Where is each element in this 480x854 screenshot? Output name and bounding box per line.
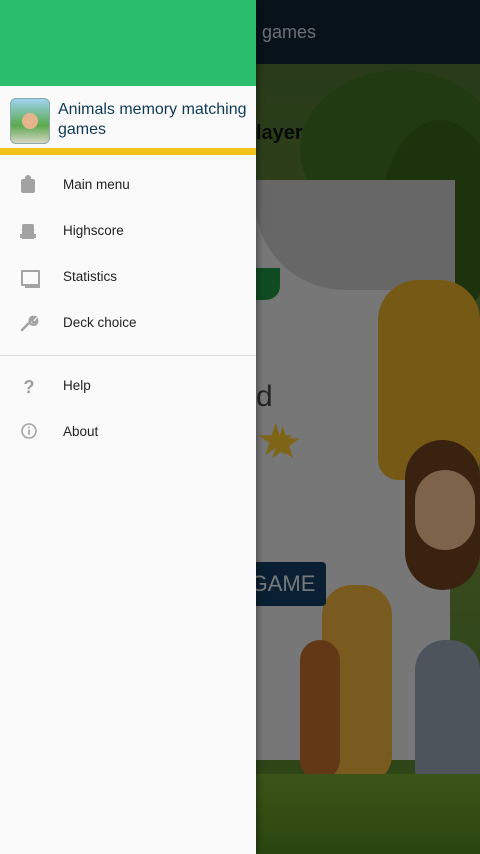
app-name: Animals memory matching games <box>58 101 247 138</box>
menu-item-about[interactable]: About <box>0 410 256 456</box>
info-icon <box>18 422 40 444</box>
wrench-icon <box>18 313 40 335</box>
menu-item-label: Highscore <box>63 223 124 238</box>
menu-item-main-menu[interactable]: Main menu <box>0 163 256 209</box>
menu-item-label: Deck choice <box>63 315 137 330</box>
navigation-drawer: Animals memory matching games Main menu … <box>0 0 256 854</box>
menu-divider <box>0 355 256 356</box>
menu-item-statistics[interactable]: Statistics <box>0 255 256 301</box>
drawer-header: Animals memory matching games <box>0 86 256 155</box>
menu-item-label: About <box>63 424 99 439</box>
menu-item-deck-choice[interactable]: Deck choice <box>0 301 256 347</box>
app-icon <box>10 98 50 144</box>
menu-item-label: Help <box>63 378 91 393</box>
drawer-header-banner <box>0 0 256 86</box>
monitor-icon <box>18 267 40 289</box>
question-icon: ? <box>23 377 35 397</box>
puzzle-icon <box>18 175 40 197</box>
menu-item-label: Main menu <box>63 177 130 192</box>
menu-item-label: Statistics <box>63 269 118 284</box>
app-icon-face <box>22 113 38 129</box>
menu-item-help[interactable]: ? Help <box>0 364 256 410</box>
trophy-icon <box>18 221 40 243</box>
menu-item-highscore[interactable]: Highscore <box>0 209 256 255</box>
